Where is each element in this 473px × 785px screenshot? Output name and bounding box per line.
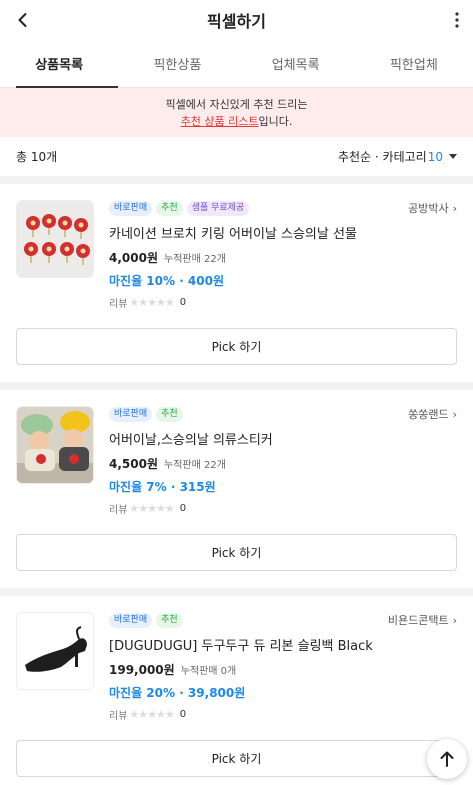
vendor-link[interactable]: 비욘드콘택트 › [388,612,457,628]
category-count: 10 [427,149,443,164]
margin-rate: 마진율 20% · 39,800원 [109,686,246,700]
pick-button[interactable]: Pick 하기 [16,534,457,571]
section-divider [0,588,473,596]
list-summary: 총 10개 추천순 · 카테고리 10 [0,137,473,176]
section-divider [0,176,473,184]
star-rating-icon: ★★★★★ [129,502,174,515]
product-thumbnail-slingback-shoe[interactable] [16,612,94,690]
total-count: 총 10개 [16,150,58,164]
notice-line1: 픽셀에서 자신있게 추천 드리는 [165,97,308,111]
badge-direct-sale: 바로판매 [109,612,153,628]
vendor-link[interactable]: 공방박사 › [408,200,457,216]
product-name[interactable]: 카네이션 브로치 키링 어버이날 스승의날 선물 [109,226,457,244]
review-label: 리뷰 [109,505,128,516]
recommended-list-link[interactable]: 추천 상품 리스트 [181,115,259,128]
star-rating-icon: ★★★★★ [129,296,174,309]
tab-vendor-list[interactable]: 업체목록 [237,40,355,87]
review-count: 0 [179,297,187,308]
kebab-menu-icon [455,12,459,28]
cumulative-sales: 누적판매 22개 [164,460,226,471]
pick-button[interactable]: Pick 하기 [16,328,457,365]
cumulative-sales: 누적판매 0개 [180,666,237,677]
review-count: 0 [179,709,187,720]
badge-direct-sale: 바로판매 [109,200,153,216]
product-price: 4,000원 [109,251,158,265]
badge-direct-sale: 바로판매 [109,406,153,422]
badge-recommended: 추천 [156,200,183,216]
star-rating-icon: ★★★★★ [129,708,174,721]
chevron-right-icon: › [452,407,457,421]
review-count: 0 [179,503,187,514]
sort-filter-dropdown[interactable]: 추천순 · 카테고리 10 [338,148,457,165]
product-card: 바로판매 추천 샘플 무료제공 공방박사 › 카네이션 브로치 키링 어버이날 스… [0,184,473,382]
app-header: 픽셀하기 [0,0,473,40]
tab-bar: 상품목록 픽한상품 업체목록 픽한업체 [0,40,473,88]
product-name[interactable]: 어버이날,스승의날 의류스티커 [109,432,457,450]
notice-line2: 추천 상품 리스트입니다. [181,113,293,130]
more-menu-button[interactable] [447,8,467,32]
vendor-link[interactable]: 쏭쏭랜드 › [408,406,457,422]
notice-suffix: 입니다. [258,114,293,128]
vendor-name: 비욘드콘택트 [387,614,449,627]
product-price: 4,500원 [109,457,158,471]
product-card: 바로판매 추천 쏭쏭랜드 › 어버이날,스승의날 의류스티커 4,500원 누적판… [0,390,473,588]
product-card: 바로판매 추천 비욘드콘택트 › [DUGUDUGU] 두구두구 듀 리본 슬링백… [0,596,473,785]
badge-free-sample: 샘플 무료제공 [186,200,250,216]
tab-picked-vendors[interactable]: 픽한업체 [355,40,473,87]
review-label: 리뷰 [109,711,128,722]
margin-rate: 마진율 10% · 400원 [109,274,225,288]
badge-recommended: 추천 [156,406,183,422]
sort-label: 추천순 · 카테고리 [337,150,427,164]
notice-banner: 픽셀에서 자신있게 추천 드리는 추천 상품 리스트입니다. [0,88,473,137]
product-name[interactable]: [DUGUDUGU] 두구두구 듀 리본 슬링백 Black [109,638,457,656]
tab-product-list[interactable]: 상품목록 [0,40,119,88]
caret-down-icon [449,154,457,159]
page-title: 픽셀하기 [207,12,266,31]
chevron-left-icon [18,13,27,27]
chevron-right-icon: › [452,201,457,215]
arrow-up-icon [440,751,454,767]
section-divider [0,382,473,390]
product-thumbnail-clothing-sticker[interactable] [16,406,94,484]
review-label: 리뷰 [109,299,128,310]
vendor-name: 쏭쏭랜드 [408,408,449,421]
pick-button[interactable]: Pick 하기 [16,740,457,777]
margin-rate: 마진율 7% · 315원 [109,480,216,494]
back-button[interactable] [10,7,36,33]
product-price: 199,000원 [109,663,175,677]
cumulative-sales: 누적판매 22개 [164,254,226,265]
product-thumbnail-brooch[interactable] [16,200,94,278]
vendor-name: 공방박사 [408,202,449,215]
chevron-right-icon: › [452,613,457,627]
badge-recommended: 추천 [156,612,183,628]
scroll-to-top-button[interactable] [427,739,467,779]
tab-picked-products[interactable]: 픽한상품 [118,40,236,87]
